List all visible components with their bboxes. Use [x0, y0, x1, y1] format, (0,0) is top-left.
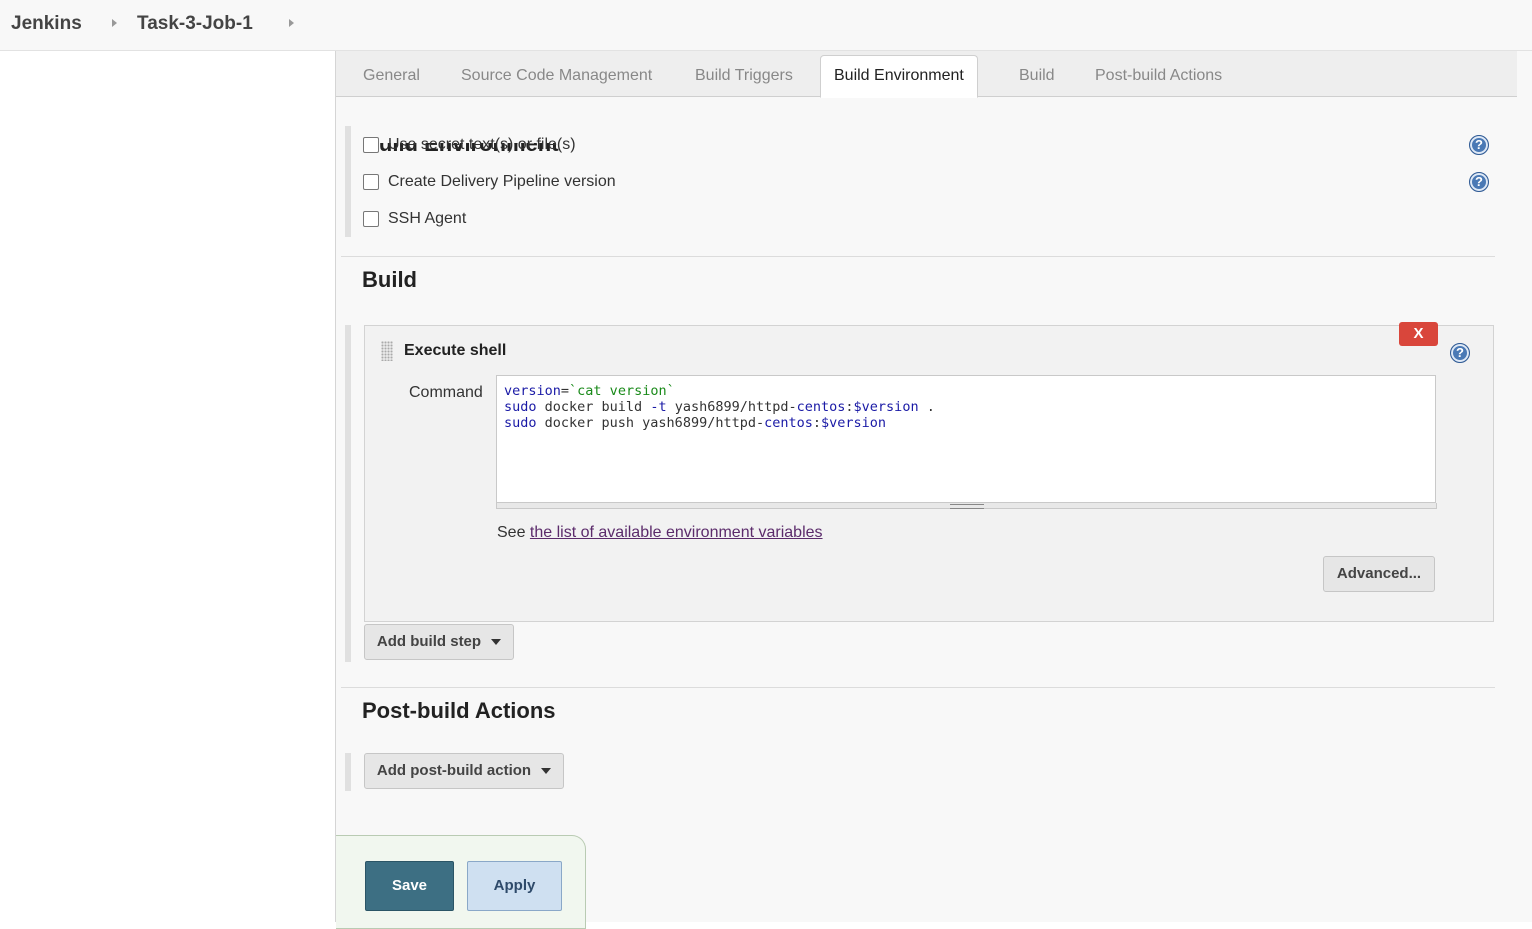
delete-step-button[interactable]: X — [1399, 322, 1438, 346]
option-ssh-agent[interactable]: SSH Agent — [363, 210, 466, 228]
command-textarea[interactable]: version=`cat version` sudo docker build … — [496, 375, 1436, 503]
option-label: Use secret text(s) or file(s) — [388, 136, 576, 153]
code-line: version=`cat version` — [504, 383, 675, 399]
drag-handle-icon[interactable] — [381, 341, 393, 361]
step-title: Execute shell — [404, 342, 507, 359]
caret-down-icon — [491, 639, 502, 646]
help-icon[interactable]: ? — [1469, 172, 1489, 192]
button-label: Add build step — [376, 633, 482, 650]
tab-build[interactable]: Build — [1019, 51, 1055, 96]
build-heading: Build — [362, 267, 417, 292]
checkbox[interactable] — [363, 137, 379, 153]
env-vars-hint: See the list of available environment va… — [497, 524, 823, 542]
code-line: sudo docker build -t yash6899/httpd-cent… — [504, 399, 935, 415]
env-vars-link[interactable]: the list of available environment variab… — [530, 524, 823, 541]
checkbox[interactable] — [363, 174, 379, 190]
post-build-heading: Post-build Actions — [362, 698, 556, 723]
hint-prefix: See — [497, 524, 530, 541]
breadcrumb-bar: Jenkins Task-3-Job-1 — [0, 0, 1532, 51]
breadcrumb-jenkins[interactable]: Jenkins — [11, 13, 82, 35]
section-divider — [341, 256, 1495, 257]
tab-build-triggers[interactable]: Build Triggers — [695, 51, 793, 96]
add-post-build-action-button[interactable]: Add post-build action — [364, 753, 564, 789]
section-indent-bar — [345, 753, 351, 791]
option-secret-files[interactable]: Use secret text(s) or file(s) — [363, 136, 576, 154]
code-line: sudo docker push yash6899/httpd-centos:$… — [504, 415, 887, 431]
section-indent-bar — [345, 325, 351, 662]
grip-icon — [950, 504, 984, 509]
tab-build-environment[interactable]: Build Environment — [820, 55, 978, 98]
section-tabs: General Source Code Management Build Tri… — [336, 51, 1517, 98]
add-build-step-button[interactable]: Add build step — [364, 624, 514, 660]
chevron-right-icon[interactable] — [289, 19, 294, 27]
command-label: Command — [409, 384, 483, 401]
scrollbar[interactable] — [1517, 51, 1532, 922]
apply-button[interactable]: Apply — [467, 861, 562, 911]
option-delivery-pipeline[interactable]: Create Delivery Pipeline version — [363, 173, 616, 191]
breadcrumb-job[interactable]: Task-3-Job-1 — [137, 13, 253, 35]
tab-general[interactable]: General — [363, 51, 420, 96]
tab-source-code-management[interactable]: Source Code Management — [461, 51, 652, 96]
option-label: SSH Agent — [388, 210, 467, 227]
tab-post-build-actions[interactable]: Post-build Actions — [1095, 51, 1222, 96]
option-label: Create Delivery Pipeline version — [388, 173, 616, 190]
chevron-right-icon[interactable] — [112, 19, 117, 27]
help-icon[interactable]: ? — [1469, 135, 1489, 155]
checkbox[interactable] — [363, 211, 379, 227]
button-label: Add post-build action — [376, 762, 532, 779]
advanced-button[interactable]: Advanced... — [1323, 556, 1435, 592]
section-divider — [341, 687, 1495, 688]
caret-down-icon — [541, 768, 552, 775]
save-button[interactable]: Save — [365, 861, 454, 911]
section-indent-bar — [345, 126, 351, 237]
help-icon[interactable]: ? — [1450, 343, 1470, 363]
textarea-resize-handle[interactable] — [496, 503, 1437, 509]
